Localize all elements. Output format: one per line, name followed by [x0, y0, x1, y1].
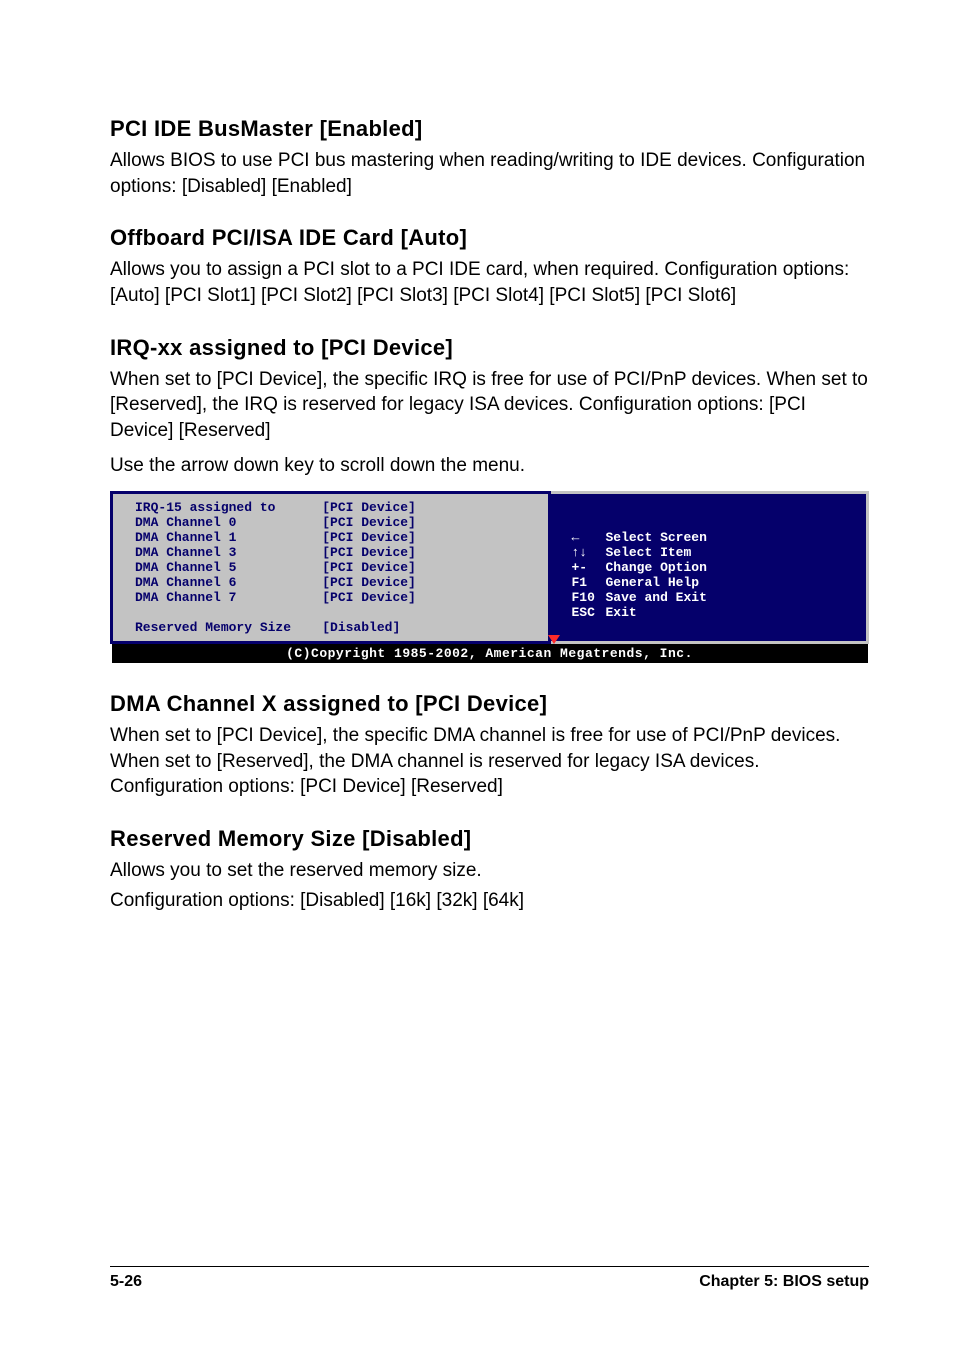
bios-help-row: +-Change Option — [571, 560, 850, 575]
bios-setting-row: DMA Channel 6 [PCI Device] — [135, 575, 530, 590]
bios-help-text: Exit — [605, 605, 636, 620]
heading-reserved-memory: Reserved Memory Size [Disabled] — [110, 826, 869, 852]
text-dma-channel: When set to [PCI Device], the specific D… — [110, 723, 869, 800]
bios-help-text: Select Item — [605, 545, 691, 560]
text-pci-ide-busmaster: Allows BIOS to use PCI bus mastering whe… — [110, 148, 869, 199]
bios-help-key: ← — [571, 530, 605, 545]
chapter-title: Chapter 5: BIOS setup — [699, 1273, 869, 1291]
bios-setting-row — [135, 605, 530, 620]
scroll-down-cue-icon — [548, 635, 560, 644]
bios-help-row: F10Save and Exit — [571, 590, 850, 605]
bios-settings-pane: IRQ-15 assigned to [PCI Device]DMA Chann… — [112, 493, 550, 643]
heading-pci-ide-busmaster: PCI IDE BusMaster [Enabled] — [110, 116, 869, 142]
heading-dma-channel: DMA Channel X assigned to [PCI Device] — [110, 691, 869, 717]
bios-help-text: Save and Exit — [605, 590, 706, 605]
text-irq-assigned-2: Use the arrow down key to scroll down th… — [110, 453, 869, 479]
bios-copyright-bar: (C)Copyright 1985-2002, American Megatre… — [112, 643, 868, 664]
bios-setting-row: DMA Channel 5 [PCI Device] — [135, 560, 530, 575]
text-reserved-memory-1: Allows you to set the reserved memory si… — [110, 858, 869, 884]
bios-help-row: ←Select Screen — [571, 530, 850, 545]
bios-setting-row: DMA Channel 7 [PCI Device] — [135, 590, 530, 605]
page-number: 5-26 — [110, 1273, 142, 1291]
bios-setting-row: DMA Channel 0 [PCI Device] — [135, 515, 530, 530]
bios-help-text: Change Option — [605, 560, 706, 575]
bios-help-key: +- — [571, 560, 605, 575]
bios-setting-row: Reserved Memory Size [Disabled] — [135, 620, 530, 635]
bios-help-key: ESC — [571, 605, 605, 620]
text-offboard-pci-isa: Allows you to assign a PCI slot to a PCI… — [110, 257, 869, 308]
page: PCI IDE BusMaster [Enabled] Allows BIOS … — [0, 0, 954, 1351]
text-irq-assigned-1: When set to [PCI Device], the specific I… — [110, 367, 869, 444]
bios-table: IRQ-15 assigned to [PCI Device]DMA Chann… — [110, 491, 869, 663]
page-footer: 5-26 Chapter 5: BIOS setup — [110, 1266, 869, 1291]
bios-help-row: ESCExit — [571, 605, 850, 620]
bios-help-key: F1 — [571, 575, 605, 590]
bios-help-pane: ←Select Screen↑↓Select Item+-Change Opti… — [550, 493, 868, 643]
bios-help-row: ↑↓Select Item — [571, 545, 850, 560]
bios-help-row: F1General Help — [571, 575, 850, 590]
bios-help-key: F10 — [571, 590, 605, 605]
bios-setting-row: IRQ-15 assigned to [PCI Device] — [135, 500, 530, 515]
bios-setting-row: DMA Channel 3 [PCI Device] — [135, 545, 530, 560]
text-reserved-memory-2: Configuration options: [Disabled] [16k] … — [110, 888, 869, 914]
bios-help-text: Select Screen — [605, 530, 706, 545]
bios-panel: IRQ-15 assigned to [PCI Device]DMA Chann… — [110, 491, 869, 663]
heading-irq-assigned: IRQ-xx assigned to [PCI Device] — [110, 335, 869, 361]
bios-setting-row: DMA Channel 1 [PCI Device] — [135, 530, 530, 545]
bios-help-key: ↑↓ — [571, 545, 605, 560]
bios-help-text: General Help — [605, 575, 699, 590]
heading-offboard-pci-isa: Offboard PCI/ISA IDE Card [Auto] — [110, 225, 869, 251]
